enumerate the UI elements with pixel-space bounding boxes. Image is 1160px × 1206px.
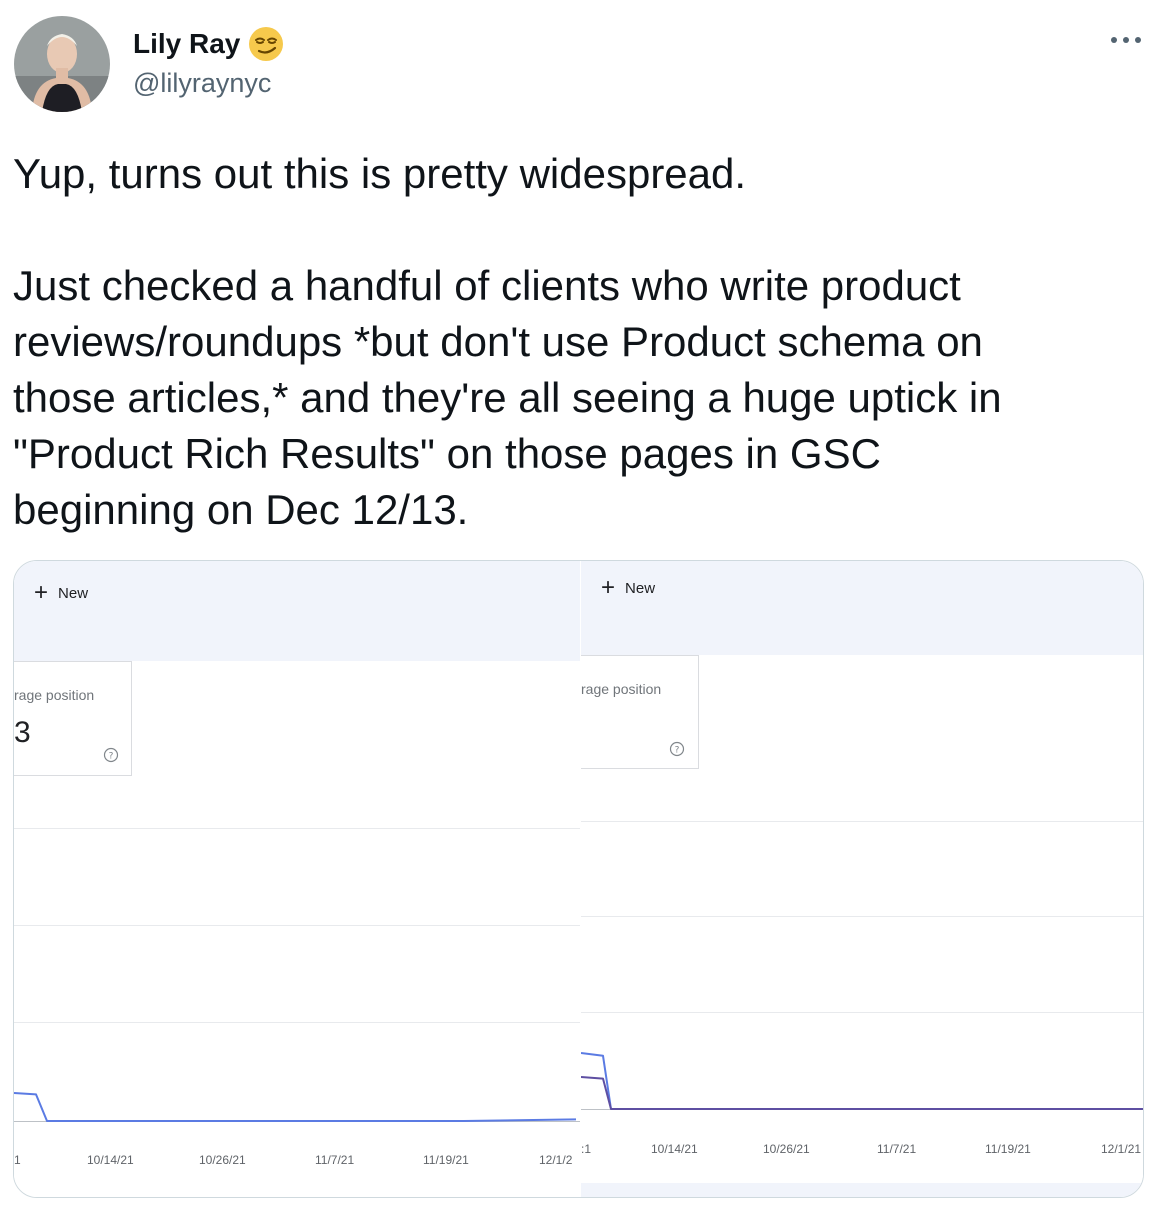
series-line (14, 1092, 577, 1122)
avatar-image (14, 16, 110, 112)
x-tick-label: 1 (14, 1153, 21, 1167)
x-tick-label: 11/7/21 (315, 1153, 355, 1167)
tweet-media[interactable]: + New rage position 3 ? 1 10/14/21 10/26… (13, 560, 1144, 1198)
x-tick-label: 10/26/21 (199, 1153, 246, 1167)
tweet-line: those articles,* and they're all seeing … (13, 374, 1002, 421)
plus-icon: + (601, 574, 616, 601)
display-name[interactable]: Lily Ray (133, 28, 240, 60)
x-tick-label: 12/1/21 (1101, 1142, 1142, 1156)
panel-header: + New (14, 561, 580, 661)
new-button[interactable]: + New (601, 574, 656, 601)
x-tick-label: 12/1/2 (539, 1153, 573, 1167)
svg-text:?: ? (675, 746, 680, 756)
gridline (14, 925, 580, 926)
screenshot-left[interactable]: + New rage position 3 ? 1 10/14/21 10/26… (14, 561, 580, 1197)
line-chart (14, 1092, 577, 1122)
user-name-row[interactable]: Lily Ray (133, 26, 284, 62)
plus-icon: + (34, 579, 49, 606)
x-tick-label: 10/14/21 (87, 1153, 134, 1167)
x-tick-label: 10/14/21 (651, 1142, 698, 1156)
gridline (581, 821, 1143, 822)
svg-text:?: ? (109, 752, 114, 762)
metric-card-average-position[interactable]: rage position 3 ? (14, 661, 132, 776)
metric-label: rage position (14, 687, 95, 703)
gridline (14, 1022, 580, 1023)
screenshot-right[interactable]: + New rage position ? :1 10/14/21 10/26/… (581, 561, 1143, 1197)
avatar[interactable] (14, 16, 110, 112)
new-button-label: New (58, 584, 89, 602)
x-tick-label: 11/19/21 (985, 1142, 1031, 1156)
metric-value: 3 (14, 716, 31, 749)
series-line (581, 1076, 1143, 1110)
smirking-face-icon (249, 27, 284, 61)
metric-card-average-position[interactable]: rage position ? (581, 655, 699, 769)
x-tick-label: 11/7/21 (877, 1142, 917, 1156)
tweet-line: reviews/roundups *but don't use Product … (13, 318, 983, 365)
x-tick-label: 10/26/21 (763, 1142, 810, 1156)
tweet-text: Yup, turns out this is pretty widespread… (13, 146, 1143, 538)
tweet-line: Yup, turns out this is pretty widespread… (13, 150, 747, 197)
gridline (581, 916, 1143, 917)
line-chart (581, 1052, 1143, 1110)
tweet-line: beginning on Dec 12/13. (13, 486, 469, 533)
gridline (14, 828, 580, 829)
user-handle[interactable]: @lilyraynyc (133, 68, 271, 99)
new-button-label: New (625, 579, 656, 597)
help-icon[interactable]: ? (103, 747, 119, 763)
panel-header: + New (581, 561, 1143, 655)
gridline (581, 1012, 1143, 1013)
panel-footer (581, 1183, 1143, 1197)
tweet-line: "Product Rich Results" on those pages in… (13, 430, 881, 477)
x-tick-label: 11/19/21 (423, 1153, 469, 1167)
x-tick-label: :1 (581, 1142, 592, 1156)
series-line (581, 1052, 1143, 1110)
more-dots-icon[interactable] (1108, 30, 1144, 50)
help-icon[interactable]: ? (669, 741, 685, 757)
new-button[interactable]: + New (34, 579, 89, 606)
metric-label: rage position (581, 681, 662, 697)
tweet-line: Just checked a handful of clients who wr… (13, 262, 961, 309)
